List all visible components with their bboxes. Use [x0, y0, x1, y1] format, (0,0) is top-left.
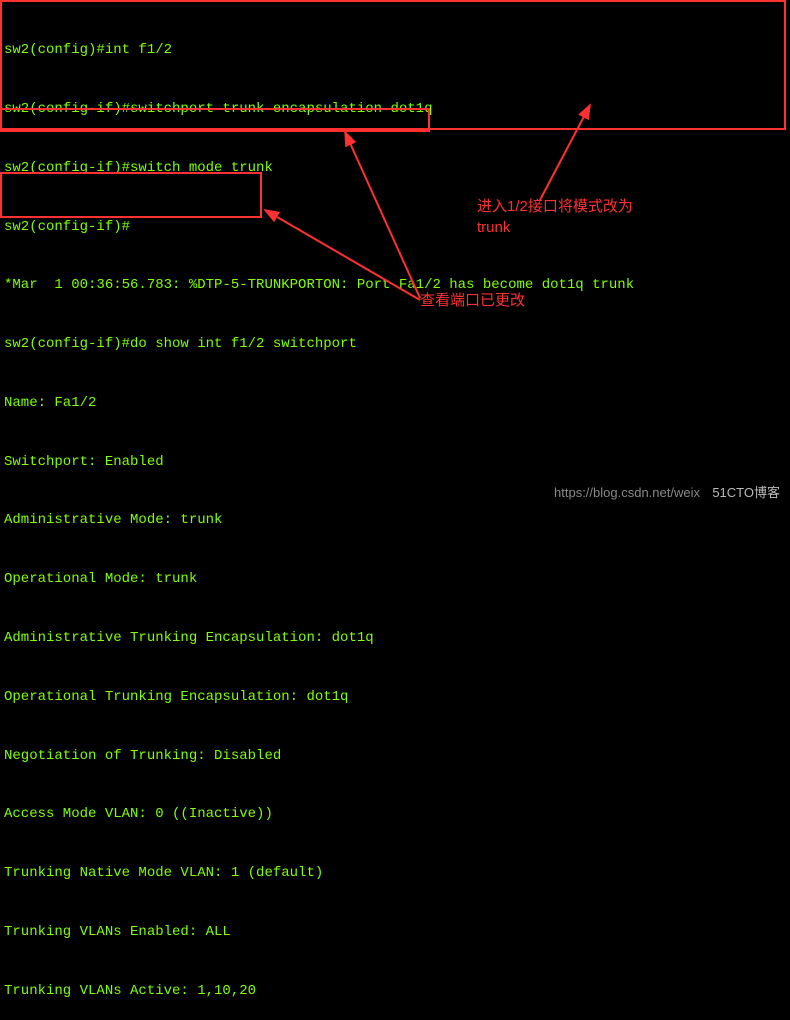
terminal-line: sw2(config-if)#switch mode trunk: [4, 159, 786, 179]
terminal-line: Negotiation of Trunking: Disabled: [4, 747, 786, 767]
terminal-line: Trunking VLANs Active: 1,10,20: [4, 982, 786, 1002]
watermark-51cto: 51CTO博客: [712, 484, 780, 502]
terminal-line: sw2(config)#int f1/2: [4, 41, 786, 61]
terminal-line: Administrative Mode: trunk: [4, 511, 786, 531]
terminal-line: Name: Fa1/2: [4, 394, 786, 414]
terminal-line: Operational Mode: trunk: [4, 570, 786, 590]
terminal-line: Switchport: Enabled: [4, 453, 786, 473]
terminal-line: Trunking VLANs Enabled: ALL: [4, 923, 786, 943]
terminal-line: Operational Trunking Encapsulation: dot1…: [4, 688, 786, 708]
terminal-line: Access Mode VLAN: 0 ((Inactive)): [4, 805, 786, 825]
terminal-line: *Mar 1 00:36:56.783: %DTP-5-TRUNKPORTON:…: [4, 276, 786, 296]
terminal-line: Trunking Native Mode VLAN: 1 (default): [4, 864, 786, 884]
terminal-output: sw2(config)#int f1/2 sw2(config-if)#swit…: [0, 0, 790, 1020]
terminal-line: sw2(config-if)#do show int f1/2 switchpo…: [4, 335, 786, 355]
watermark-csdn: https://blog.csdn.net/weix: [554, 484, 700, 502]
terminal-line: sw2(config-if)#: [4, 218, 786, 238]
annotation-check-port: 查看端口已更改: [420, 290, 525, 311]
terminal-line: Administrative Trunking Encapsulation: d…: [4, 629, 786, 649]
annotation-enter-interface: 进入1/2接口将模式改为 trunk: [477, 196, 633, 238]
terminal-line: sw2(config-if)#switchport trunk encapsul…: [4, 100, 786, 120]
